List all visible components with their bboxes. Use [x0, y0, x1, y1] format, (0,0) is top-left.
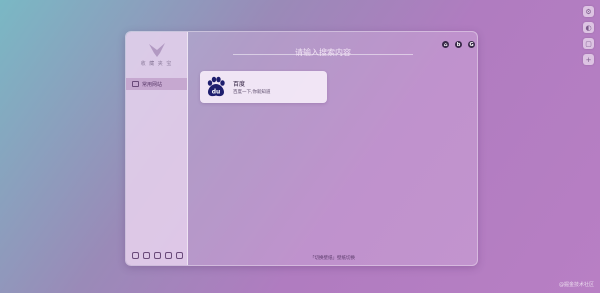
sidebar-bottom-icons	[132, 252, 183, 259]
logo: 收 藏 夹 宝	[126, 32, 187, 76]
main-content: ⌂ b G 百 du 百度 百度一下,你就知道 「切换壁纸」壁纸切换	[188, 32, 477, 265]
theme-icon[interactable]: ◐	[583, 22, 594, 33]
search-input[interactable]	[233, 45, 413, 60]
watermark: @掘金技术社区	[558, 282, 594, 288]
sidebar: 收 藏 夹 宝 常用网站	[126, 32, 188, 265]
google-icon[interactable]: G	[468, 41, 475, 48]
new-file-icon[interactable]	[132, 252, 139, 259]
baidu-paw-icon: du	[207, 76, 225, 97]
site-description: 百度一下,你就知道	[233, 90, 271, 95]
logo-icon	[148, 43, 165, 57]
right-toolbar: ⚙ ◐ ▢ +	[583, 6, 594, 65]
upload-icon[interactable]	[165, 252, 172, 259]
settings-icon[interactable]	[143, 252, 150, 259]
download-icon[interactable]	[154, 252, 161, 259]
settings-icon[interactable]: ⚙	[583, 6, 594, 17]
logo-text: 收 藏 夹 宝	[140, 61, 173, 67]
home-icon[interactable]: ⌂	[442, 41, 449, 48]
bing-icon[interactable]: b	[455, 41, 462, 48]
help-icon[interactable]	[176, 252, 183, 259]
app-panel: 收 藏 夹 宝 常用网站 ⌂ b G 百	[125, 31, 478, 266]
window-icon[interactable]: ▢	[583, 38, 594, 49]
folder-icon	[132, 81, 139, 87]
search-engine-switcher: ⌂ b G 百	[442, 41, 477, 48]
svg-text:du: du	[212, 89, 221, 96]
sidebar-item-common-sites[interactable]: 常用网站	[126, 78, 187, 90]
site-name: 百度	[233, 81, 246, 88]
search-bar	[233, 40, 413, 60]
sidebar-item-label: 常用网站	[142, 81, 163, 88]
wallpaper-hint[interactable]: 「切换壁纸」壁纸切换	[188, 255, 477, 261]
add-icon[interactable]: +	[583, 54, 594, 65]
site-card[interactable]: du 百度 百度一下,你就知道	[200, 71, 327, 103]
